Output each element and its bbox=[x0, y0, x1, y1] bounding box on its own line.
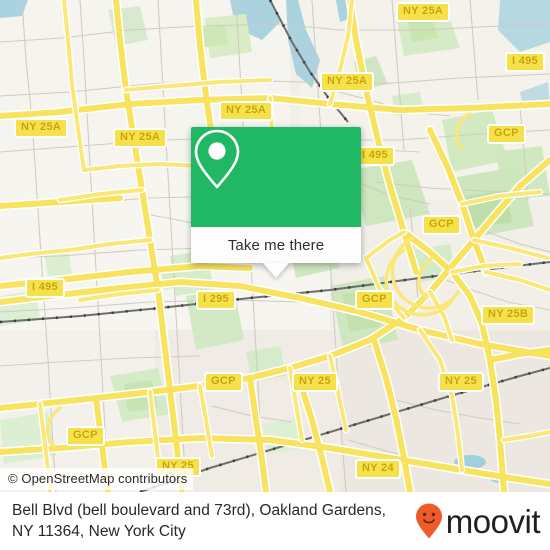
map-attribution[interactable]: © OpenStreetMap contributors bbox=[0, 468, 194, 490]
road-shield[interactable]: NY 24 bbox=[355, 459, 401, 479]
callout-action[interactable]: Take me there bbox=[191, 227, 361, 263]
road-shield[interactable]: NY 25 bbox=[292, 372, 338, 392]
road-shield[interactable]: GCP bbox=[422, 215, 461, 235]
road-shield[interactable]: NY 25B bbox=[481, 305, 536, 325]
address-line-1: Bell Blvd (bell boulevard and 73rd), Oak… bbox=[12, 502, 386, 519]
footer-bar: Bell Blvd (bell boulevard and 73rd), Oak… bbox=[0, 492, 550, 550]
moovit-pin-smiley-icon bbox=[415, 503, 442, 539]
moovit-map-screenshot: NY 25A I 495 NY 25A NY 25A NY 25A NY 25A… bbox=[0, 0, 550, 550]
map-canvas[interactable]: NY 25A I 495 NY 25A NY 25A NY 25A NY 25A… bbox=[0, 0, 550, 492]
road-shield[interactable]: I 495 bbox=[505, 52, 545, 72]
road-shield[interactable]: NY 25A bbox=[14, 118, 69, 138]
moovit-brand[interactable]: moovit bbox=[414, 502, 550, 540]
road-shield[interactable]: NY 25 bbox=[438, 372, 484, 392]
road-shield[interactable]: I 295 bbox=[196, 290, 236, 310]
address-text: Bell Blvd (bell boulevard and 73rd), Oak… bbox=[0, 500, 414, 542]
moovit-wordmark: moovit bbox=[445, 502, 541, 540]
road-shield[interactable]: NY 25A bbox=[113, 128, 168, 148]
road-shield[interactable]: GCP bbox=[487, 124, 526, 144]
road-shield[interactable]: NY 25A bbox=[320, 72, 375, 92]
road-shield[interactable]: NY 25A bbox=[219, 101, 274, 121]
callout-tail bbox=[263, 263, 289, 278]
address-line-2: NY 11364, New York City bbox=[12, 523, 186, 540]
callout-header bbox=[191, 127, 361, 227]
take-me-there-label: Take me there bbox=[227, 236, 325, 254]
road-shield[interactable]: NY 25A bbox=[396, 2, 451, 22]
road-shield[interactable]: GCP bbox=[355, 290, 394, 310]
map-pin-icon bbox=[194, 129, 240, 189]
road-shield[interactable]: I 495 bbox=[25, 278, 65, 298]
location-callout[interactable]: Take me there bbox=[191, 127, 361, 278]
road-shield[interactable]: GCP bbox=[66, 426, 105, 446]
road-shield[interactable]: GCP bbox=[204, 372, 243, 392]
